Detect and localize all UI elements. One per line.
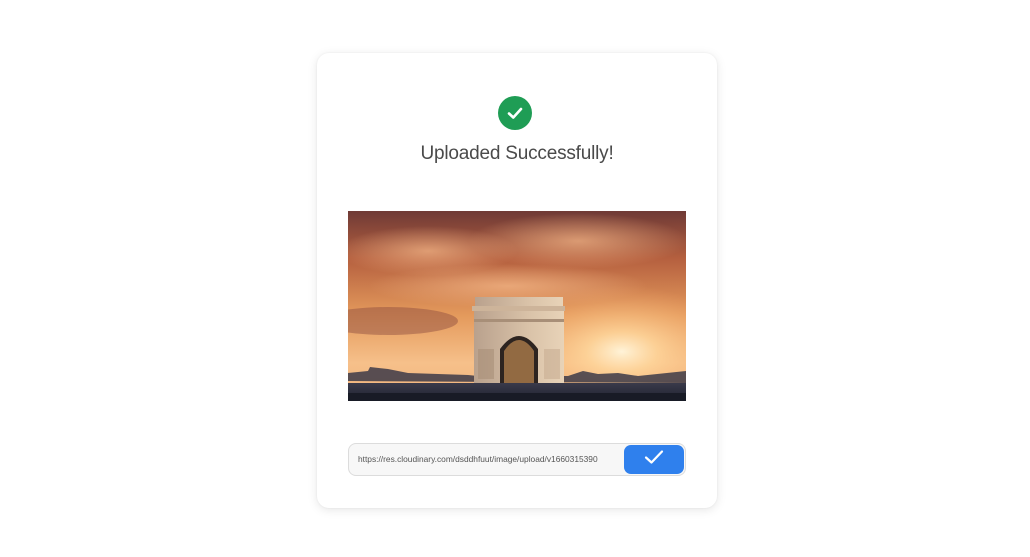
copy-url-button[interactable] [624, 445, 684, 474]
upload-status-title: Uploaded Successfully! [420, 143, 614, 164]
check-circle-icon [498, 96, 532, 130]
image-url-field[interactable]: https://res.cloudinary.com/dsddhfuut/ima… [348, 443, 686, 476]
uploaded-image-preview [348, 211, 686, 401]
image-url-text[interactable]: https://res.cloudinary.com/dsddhfuut/ima… [358, 444, 626, 475]
check-icon [644, 449, 664, 470]
page: Uploaded Successfully! https://res.cloud… [0, 0, 1030, 557]
upload-result-card: Uploaded Successfully! https://res.cloud… [317, 53, 717, 508]
